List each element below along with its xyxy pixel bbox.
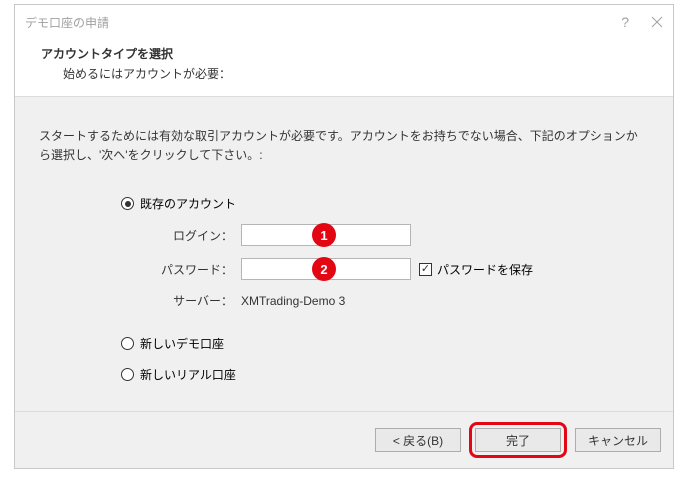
- radio-icon: [121, 368, 134, 381]
- back-button[interactable]: < 戻る(B): [375, 428, 461, 452]
- radio-label: 新しいリアル口座: [140, 366, 236, 383]
- server-row: サーバー： XMTrading-Demo 3: [155, 292, 649, 309]
- finish-button[interactable]: 完了: [475, 428, 561, 452]
- existing-account-fields: ログイン： 1 パスワード： パスワードを保存 2 サーバー： XMTradin…: [121, 224, 649, 309]
- radio-icon: [121, 197, 134, 210]
- server-label: サーバー：: [155, 292, 233, 309]
- login-row: ログイン： 1: [155, 224, 649, 246]
- login-label: ログイン：: [155, 227, 233, 244]
- server-value: XMTrading-Demo 3: [241, 294, 345, 308]
- save-password-label: パスワードを保存: [437, 261, 533, 278]
- titlebar-controls: ?: [621, 14, 663, 30]
- password-row: パスワード： パスワードを保存 2: [155, 258, 649, 280]
- footer: < 戻る(B) 完了 キャンセル: [15, 411, 673, 468]
- radio-new-real[interactable]: 新しいリアル口座: [121, 366, 649, 383]
- header-region: アカウントタイプを選択 始めるにはアカウントが必要：: [15, 39, 673, 96]
- radio-label: 新しいデモ口座: [140, 335, 224, 352]
- login-input[interactable]: [241, 224, 411, 246]
- checkbox-icon: [419, 263, 432, 276]
- password-input[interactable]: [241, 258, 411, 280]
- window-title: デモ口座の申請: [25, 14, 109, 31]
- header-title: アカウントタイプを選択: [41, 45, 647, 62]
- radio-icon: [121, 337, 134, 350]
- password-label: パスワード：: [155, 261, 233, 278]
- demo-account-dialog: デモ口座の申請 ? アカウントタイプを選択 始めるにはアカウントが必要： スター…: [14, 4, 674, 469]
- save-password-checkbox[interactable]: パスワードを保存: [419, 261, 533, 278]
- cancel-button[interactable]: キャンセル: [575, 428, 661, 452]
- instruction-text: スタートするためには有効な取引アカウントが必要です。アカウントをお持ちでない場合…: [39, 127, 649, 165]
- titlebar: デモ口座の申請 ?: [15, 5, 673, 39]
- body-region: スタートするためには有効な取引アカウントが必要です。アカウントをお持ちでない場合…: [15, 96, 673, 411]
- radio-existing-account[interactable]: 既存のアカウント: [121, 195, 649, 212]
- close-icon[interactable]: [651, 16, 663, 28]
- options-group: 既存のアカウント ログイン： 1 パスワード： パスワードを保存 2: [39, 195, 649, 383]
- help-icon[interactable]: ?: [621, 14, 629, 30]
- finish-highlight: 完了: [469, 422, 567, 458]
- radio-new-demo[interactable]: 新しいデモ口座: [121, 335, 649, 352]
- radio-label: 既存のアカウント: [140, 195, 236, 212]
- header-subtitle: 始めるにはアカウントが必要：: [41, 65, 647, 82]
